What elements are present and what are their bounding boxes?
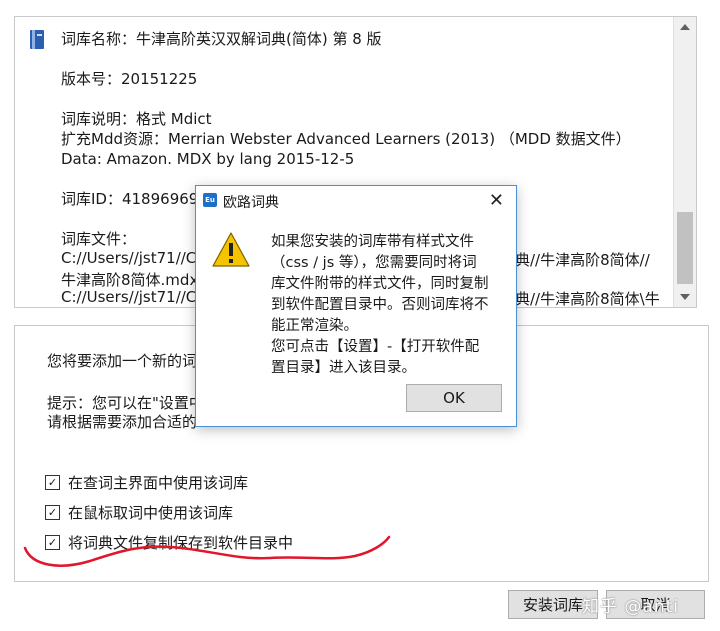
warning-dialog: Eu 欧路词典 ✕ 如果您安装的词库带有样式文件 （css / js 等），您需… [195, 185, 517, 427]
dialog-message: 如果您安装的词库带有样式文件 （css / js 等），您需要同时将词 库文件附… [271, 232, 506, 379]
warning-icon [212, 232, 250, 267]
dialog-message-line: 您可点击【设置】-【打开软件配 [271, 339, 480, 355]
dialog-message-line: 到软件配置目录中。否则词库将不 [271, 297, 489, 313]
ok-button[interactable]: OK [406, 384, 502, 412]
dialog-message-line: 库文件附带的样式文件，同时复制 [271, 276, 489, 292]
zhihu-watermark: 知乎 @anti [582, 597, 679, 617]
dialog-message-line: 置目录】进入该目录。 [271, 360, 416, 376]
dialog-title: 欧路词典 [223, 195, 279, 211]
dialog-message-line: （css / js 等），您需要同时将词 [271, 255, 477, 271]
eudic-app-icon: Eu [203, 193, 217, 207]
dialog-message-line: 能正常渲染。 [271, 318, 358, 334]
dialog-message-line: 如果您安装的词库带有样式文件 [271, 234, 474, 250]
close-icon[interactable]: ✕ [489, 190, 504, 211]
dialog-titlebar[interactable]: Eu 欧路词典 ✕ [196, 186, 516, 216]
